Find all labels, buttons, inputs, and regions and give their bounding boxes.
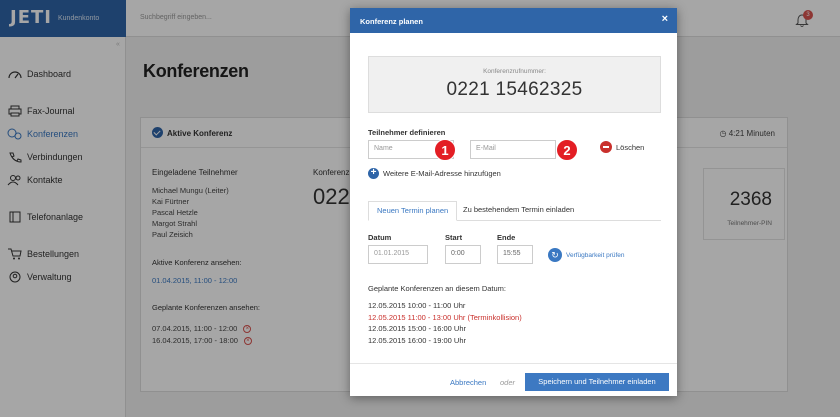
dialog-header: Konferenz planen ×	[350, 8, 677, 33]
conference-number: 0221 15462325	[446, 79, 583, 100]
annotation-badge-1: 1	[434, 139, 456, 161]
end-label: Ende	[497, 233, 516, 242]
delete-label: Löschen	[616, 142, 645, 152]
add-email-button[interactable]: + Weitere E-Mail-Adresse hinzufügen	[368, 168, 501, 179]
tab-existing-appointment[interactable]: Zu bestehendem Termin einladen	[455, 201, 582, 221]
end-time-field[interactable]: 15:55	[497, 245, 533, 264]
schedule-conference-dialog: Konferenz planen × Konferenzrufnummer: 0…	[350, 8, 677, 396]
save-and-invite-button[interactable]: Speichern und Teilnehmer einladen	[525, 373, 669, 391]
start-time-field[interactable]: 0:00	[445, 245, 481, 264]
date-label: Datum	[368, 233, 392, 242]
tab-bar: Neuen Termin planen Zu bestehendem Termi…	[368, 201, 661, 221]
list-item: 12.05.2015 15:00 - 16:00 Uhr	[368, 324, 466, 333]
add-email-label: Weitere E-Mail-Adresse hinzufügen	[383, 169, 501, 178]
planned-on-date-label: Geplante Konferenzen an diesem Datum:	[368, 284, 506, 293]
plus-circle-icon: +	[368, 168, 379, 179]
delete-button[interactable]: Löschen	[600, 141, 644, 153]
tab-new-appointment[interactable]: Neuen Termin planen	[368, 201, 458, 221]
participants-label: Teilnehmer definieren	[368, 128, 446, 137]
list-item-conflict: 12.05.2015 11:00 - 13:00 Uhr (Terminkoll…	[368, 312, 522, 322]
check-availability-button[interactable]: ↻ Verfügbarkeit prüfen	[548, 248, 625, 262]
start-label: Start	[445, 233, 463, 242]
check-availability-label: Verfügbarkeit prüfen	[566, 251, 625, 259]
date-field[interactable]: 01.01.2015	[368, 245, 428, 264]
refresh-icon: ↻	[548, 248, 562, 262]
dialog-title: Konferenz planen	[360, 17, 423, 26]
list-item: 12.05.2015 16:00 - 19:00 Uhr	[368, 335, 466, 345]
conference-number-box: Konferenzrufnummer: 0221 15462325	[368, 56, 661, 113]
email-input[interactable]: E-Mail	[470, 140, 556, 159]
conference-number-label: Konferenzrufnummer:	[483, 68, 546, 75]
planned-on-date-list: 12.05.2015 10:00 - 11:00 Uhr 12.05.2015 …	[368, 300, 522, 346]
cancel-button[interactable]: Abbrechen	[450, 378, 486, 387]
close-icon[interactable]: ×	[662, 13, 668, 25]
annotation-badge-2: 2	[556, 139, 578, 161]
or-label: oder	[500, 378, 516, 387]
dialog-footer: Abbrechen oder Speichern und Teilnehmer …	[350, 363, 677, 396]
list-item: 12.05.2015 10:00 - 11:00 Uhr	[368, 301, 466, 310]
minus-circle-icon	[600, 141, 612, 153]
